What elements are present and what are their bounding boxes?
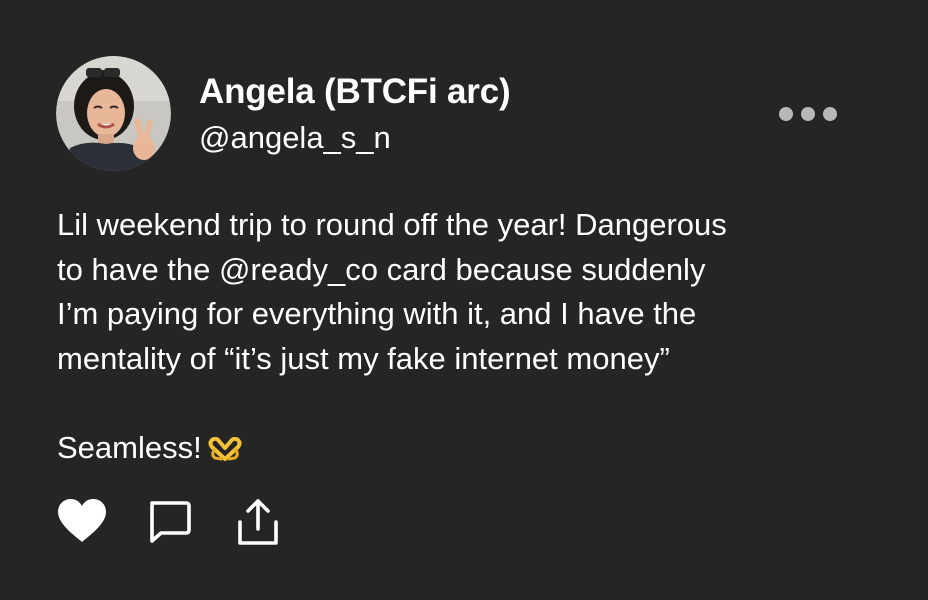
share-button[interactable] [234, 498, 282, 553]
heart-hands-emoji-icon [208, 429, 242, 474]
more-dot-icon [801, 107, 815, 121]
post-closing-line: Seamless! [57, 426, 877, 474]
post-text-line: to have the @ready_co card because sudde… [57, 251, 706, 287]
comment-icon [150, 501, 191, 543]
heart-icon [58, 499, 106, 542]
post-text-line: mentality of “it’s just my fake internet… [57, 340, 670, 376]
avatar[interactable] [56, 56, 171, 171]
post-text-line: I’m paying for everything with it, and I… [57, 296, 697, 331]
more-dot-icon [823, 107, 837, 121]
closing-text: Seamless! [57, 429, 202, 465]
paragraph-break [57, 381, 877, 426]
more-dot-icon [779, 107, 793, 121]
profile-photo-icon [56, 56, 171, 171]
share-icon [238, 499, 278, 545]
more-options-button[interactable] [779, 103, 837, 125]
post-text: Lil weekend trip to round off the year! … [57, 203, 877, 473]
post-text-line: Lil weekend trip to round off the year! … [57, 207, 727, 242]
comment-button[interactable] [145, 498, 193, 551]
author-display-name[interactable]: Angela (BTCFi arc) [199, 70, 511, 114]
like-button[interactable] [56, 498, 108, 549]
post-card: Angela (BTCFi arc) @angela_s_n Lil weeke… [0, 0, 928, 600]
author-handle[interactable]: @angela_s_n [199, 118, 391, 158]
